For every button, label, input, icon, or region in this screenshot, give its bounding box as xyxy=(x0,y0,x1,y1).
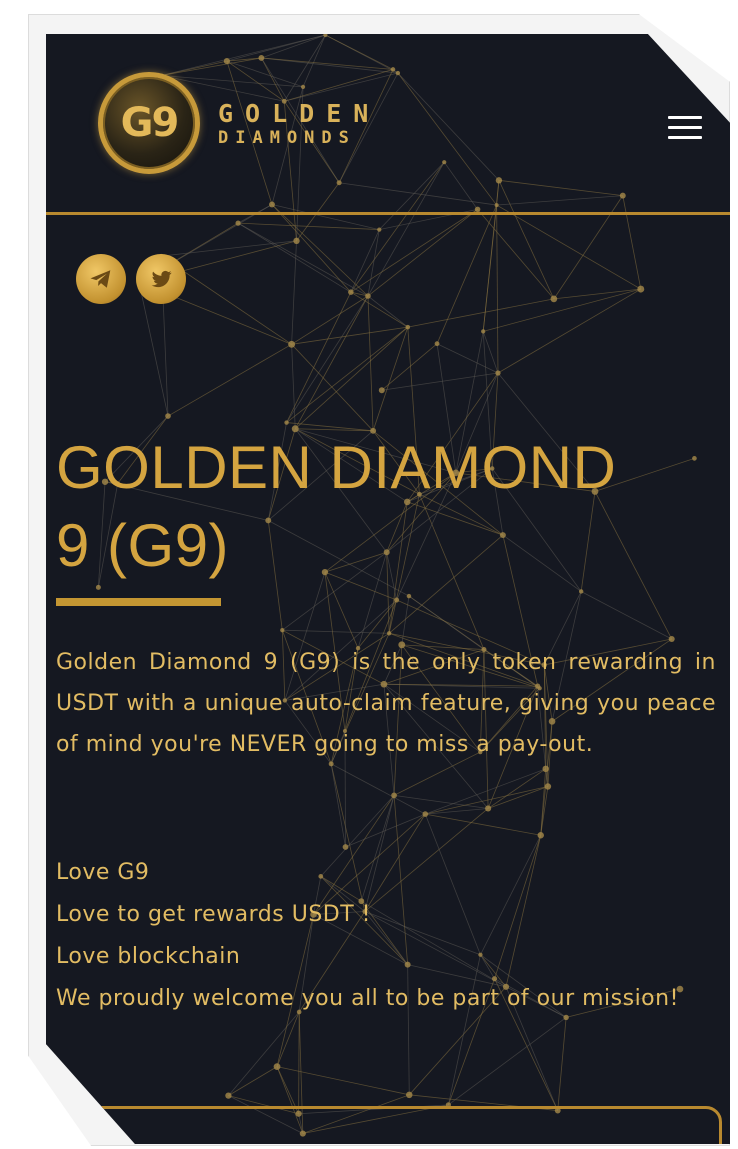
header-divider xyxy=(46,212,730,215)
twitter-button[interactable] xyxy=(136,254,186,304)
logo-badge[interactable]: G9 xyxy=(98,72,200,174)
line-love-blockchain: Love blockchain xyxy=(56,944,241,969)
telegram-button[interactable] xyxy=(76,254,126,304)
phone-screen: G9 GOLDEN DIAMONDS GOLDEN DIAMOND 9 (G9)… xyxy=(46,34,730,1144)
line-love-rewards: Love to get rewards USDT ! xyxy=(56,902,371,927)
hero-title-line1: GOLDEN DIAMOND xyxy=(56,434,617,501)
line-welcome: We proudly welcome you all to be part of… xyxy=(56,986,679,1011)
twitter-icon xyxy=(151,270,172,288)
brand-name-line2: DIAMONDS xyxy=(218,128,356,148)
brand-name-line1: GOLDEN xyxy=(218,99,381,128)
logo-text: G9 xyxy=(120,100,180,146)
hero-title-line2: 9 (G9) xyxy=(56,512,230,579)
title-underline xyxy=(56,598,221,606)
hero-intro: Golden Diamond 9 (G9) is the only token … xyxy=(56,650,716,757)
telegram-icon xyxy=(90,270,111,288)
brand-name[interactable]: GOLDEN DIAMONDS xyxy=(218,99,381,149)
line-love-g9: Love G9 xyxy=(56,860,150,885)
hero-title: GOLDEN DIAMOND 9 (G9) xyxy=(56,429,716,585)
site-header: G9 GOLDEN DIAMONDS xyxy=(46,34,730,214)
hero-lines: Love G9 Love to get rewards USDT ! Love … xyxy=(56,852,716,1020)
bottom-panel xyxy=(46,1106,722,1144)
hamburger-menu-icon[interactable] xyxy=(668,116,702,144)
